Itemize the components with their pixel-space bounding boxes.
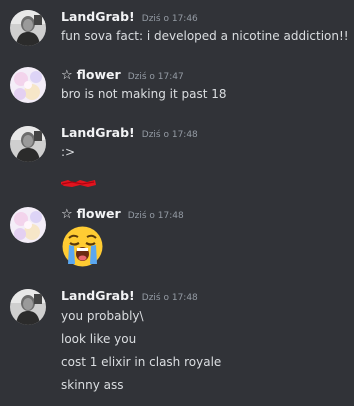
- pastel-flower-avatar-icon: [10, 207, 46, 243]
- username[interactable]: flower: [77, 67, 121, 82]
- message-text: cost 1 elixir in clash royale: [61, 355, 222, 369]
- timestamp[interactable]: Dziś o 17:48: [142, 130, 198, 140]
- user-avatar[interactable]: [10, 207, 46, 243]
- timestamp[interactable]: Dziś o 17:48: [142, 293, 198, 303]
- user-avatar[interactable]: [10, 126, 46, 162]
- red-scribble-redaction: [60, 173, 97, 187]
- star-icon: ☆: [61, 207, 73, 222]
- star-icon: ☆: [61, 68, 73, 83]
- loudly-crying-face-emoji-icon[interactable]: [60, 224, 105, 269]
- bw-person-avatar-icon: [10, 10, 46, 46]
- pastel-flower-avatar-icon: [10, 67, 46, 103]
- chat-log: LandGrab! Dziś o 17:46 fun sova fact: i …: [0, 0, 354, 406]
- username[interactable]: flower: [77, 206, 121, 221]
- timestamp[interactable]: Dziś o 17:46: [142, 14, 198, 24]
- timestamp[interactable]: Dziś o 17:47: [128, 72, 184, 82]
- username[interactable]: LandGrab!: [61, 288, 135, 303]
- user-avatar[interactable]: [10, 289, 46, 325]
- bw-person-avatar-icon: [10, 126, 46, 162]
- message-text: skinny ass: [61, 378, 124, 392]
- timestamp[interactable]: Dziś o 17:48: [128, 211, 184, 221]
- message-text: you probably\: [61, 309, 144, 323]
- username[interactable]: LandGrab!: [61, 9, 135, 24]
- message-text: :>: [61, 145, 76, 159]
- message-text: bro is not making it past 18: [61, 87, 227, 101]
- user-avatar[interactable]: [10, 10, 46, 46]
- message-text: fun sova fact: i developed a nicotine ad…: [61, 29, 349, 43]
- bw-person-avatar-icon: [10, 289, 46, 325]
- username[interactable]: LandGrab!: [61, 125, 135, 140]
- user-avatar[interactable]: [10, 67, 46, 103]
- message-text: look like you: [61, 332, 137, 346]
